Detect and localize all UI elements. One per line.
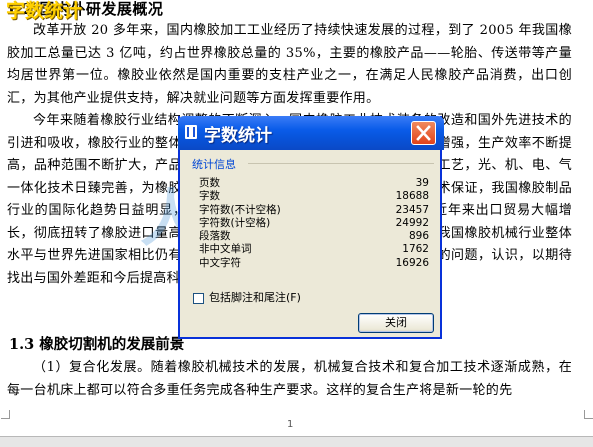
section-heading-1-3: 1.3 橡胶切割机的发展前景 <box>9 336 185 353</box>
stat-label: 非中文单词 <box>199 243 252 256</box>
paragraph-1: 改革开放 20 多年来，国内橡胶加工工业经历了持续快速发展的过程，到了 2005… <box>7 23 572 106</box>
stat-row-words: 字数 18688 <box>199 190 429 203</box>
page-number: 1 <box>287 419 294 430</box>
include-footnotes-option[interactable]: 包括脚注和尾注(F) <box>193 289 301 305</box>
margin-corner-left <box>1 410 10 419</box>
stat-label: 段落数 <box>199 230 231 243</box>
stat-value: 39 <box>415 177 429 189</box>
stat-value: 1762 <box>402 243 429 256</box>
stat-row-non-chinese-words: 非中文单词 1762 <box>199 243 429 256</box>
statistics-group-label: 统计信息 <box>192 156 239 172</box>
statistics-list: 页数 39 字数 18688 字符数(不计空格) 23457 字符数(计空格) … <box>199 177 429 270</box>
stat-value: 23457 <box>395 203 429 216</box>
dialog-title: 字数统计 <box>204 126 272 146</box>
include-footnotes-label[interactable]: 包括脚注和尾注(F) <box>209 291 301 304</box>
stat-label: 字符数(不计空格) <box>199 203 281 216</box>
include-footnotes-checkbox[interactable] <box>193 292 204 304</box>
stat-label: 页数 <box>199 177 220 189</box>
close-x-icon <box>416 125 431 141</box>
stat-label: 字符数(计空格) <box>199 216 271 229</box>
stat-label: 字数 <box>199 190 220 203</box>
paragraph-3: （1）复合化发展。随着橡胶机械技术的发展，机械复合技术和复合加工技术逐渐成熟，在… <box>7 360 572 398</box>
stat-value: 24992 <box>395 216 429 229</box>
stat-value: 16926 <box>395 256 429 269</box>
page-gap <box>0 436 593 447</box>
close-x-button[interactable] <box>411 121 436 145</box>
stat-row-paragraphs: 段落数 896 <box>199 230 429 243</box>
close-button[interactable]: 关闭 <box>358 313 434 333</box>
stat-row-chinese-chars: 中文字符 16926 <box>199 257 429 270</box>
stat-value: 896 <box>408 230 429 243</box>
stat-row-chars-no-spaces: 字符数(不计空格) 23457 <box>199 204 429 217</box>
stat-row-chars-with-spaces: 字符数(计空格) 24992 <box>199 217 429 230</box>
word-document-icon <box>185 125 197 139</box>
margin-corner-right <box>584 410 593 419</box>
word-count-dialog: 字数统计 统计信息 页数 39 字数 18688 字符数(不计空格) 23457… <box>178 116 444 339</box>
stat-label: 中文字符 <box>199 256 241 269</box>
stat-value: 18688 <box>395 190 429 203</box>
dialog-title-bar[interactable]: 字数统计 <box>178 116 444 150</box>
group-divider <box>248 163 434 164</box>
stat-row-pages: 页数 39 <box>199 177 429 190</box>
